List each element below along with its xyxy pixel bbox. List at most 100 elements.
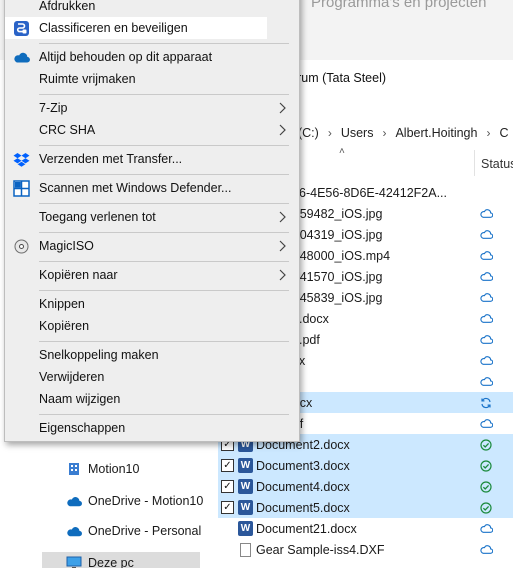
column-divider[interactable]: [474, 150, 475, 176]
menu-item-label: 7-Zip: [39, 101, 68, 115]
address-segment[interactable]: C: [499, 126, 508, 140]
menu-item-label: Afdrukken: [39, 0, 96, 13]
cloud-status-icon: [479, 543, 493, 556]
menu-item-classify[interactable]: Classificeren en beveiligen: [5, 17, 267, 39]
menu-item-copy[interactable]: Kopiëren: [5, 315, 299, 337]
navigation-pane: Motion10 OneDrive - Motion10 OneDrive - Pe…: [42, 440, 203, 568]
window-title: errum (Tata Steel): [286, 71, 387, 85]
menu-item-shortcut[interactable]: Snelkoppeling maken: [5, 344, 299, 366]
menu-item-label: Altijd behouden op dit apparaat: [39, 50, 213, 64]
chevron-right-icon: ›: [327, 126, 332, 140]
chevron-right-icon: [277, 267, 287, 283]
menu-separator: [39, 232, 289, 233]
cloud-status-icon: [479, 333, 493, 346]
nav-item[interactable]: OneDrive - Motion10: [42, 490, 203, 512]
menu-separator: [39, 43, 289, 44]
menu-item-7zip[interactable]: 7-Zip: [5, 97, 299, 119]
address-bar[interactable]: sk (C:) › Users › Albert.Hoitingh › C: [282, 120, 513, 146]
menu-separator: [39, 414, 289, 415]
file-name[interactable]: Document4.docx: [256, 480, 513, 494]
row-checkbox[interactable]: ✓: [221, 480, 234, 493]
monitor-icon: [66, 556, 82, 568]
menu-item-print[interactable]: Afdrukken: [5, 0, 299, 17]
menu-separator: [39, 261, 289, 262]
word-document-icon: W: [238, 521, 253, 536]
file-row[interactable]: ✓ W Document5.docx: [218, 497, 513, 518]
menu-item-rename[interactable]: Naam wijzigen: [5, 388, 299, 410]
menu-separator: [39, 145, 289, 146]
menu-item-label: Kopiëren naar: [39, 268, 118, 282]
menu-item-label: Kopiëren: [39, 319, 90, 333]
row-checkbox[interactable]: ✓: [221, 459, 234, 472]
file-name[interactable]: Document3.docx: [256, 459, 513, 473]
nav-item[interactable]: Deze pc: [42, 552, 200, 568]
screen: Programma's en projecten errum (Tata Ste…: [0, 0, 513, 568]
menu-item-label: Knippen: [39, 297, 85, 311]
cloud-status-icon: [479, 354, 493, 367]
menu-item-label: Classificeren en beveiligen: [39, 21, 188, 35]
menu-item-delete[interactable]: Verwijderen: [5, 366, 299, 388]
cloud-status-icon: [479, 270, 493, 283]
onedrive-icon: [66, 524, 82, 538]
nav-item-label: OneDrive - Personal: [88, 524, 202, 538]
chevron-right-icon: [277, 238, 287, 254]
chevron-right-icon: [277, 209, 287, 225]
nav-item-label: Deze pc: [88, 556, 134, 568]
file-row[interactable]: W Document21.docx: [218, 518, 513, 539]
menu-separator: [39, 290, 289, 291]
word-document-icon: W: [238, 479, 253, 494]
file-row[interactable]: ✓ W Document4.docx: [218, 476, 513, 497]
status-column-header[interactable]: Status: [481, 157, 513, 171]
menu-separator: [39, 94, 289, 95]
magiciso-icon: [13, 238, 30, 255]
programs-window-title: Programma's en projecten: [311, 0, 487, 11]
menu-item-label: Scannen met Windows Defender...: [39, 181, 232, 195]
synced-check-icon: [479, 459, 493, 472]
cloud-status-icon: [479, 249, 493, 262]
menu-item-crc[interactable]: CRC SHA: [5, 119, 299, 141]
menu-item-label: Verwijderen: [39, 370, 105, 384]
menu-item-free[interactable]: Ruimte vrijmaken: [5, 68, 299, 90]
sort-ascending-icon[interactable]: ˄: [339, 146, 345, 157]
synced-check-icon: [479, 501, 493, 514]
cloud-status-icon: [479, 291, 493, 304]
address-segment[interactable]: Users: [341, 126, 374, 140]
cloud-status-icon: [479, 312, 493, 325]
address-segment[interactable]: Albert.Hoitingh: [395, 126, 477, 140]
menu-item-label: MagicISO: [39, 239, 94, 253]
file-row[interactable]: Gear Sample-iss4.DXF: [218, 539, 513, 560]
chevron-right-icon: ›: [382, 126, 387, 140]
menu-separator: [39, 174, 289, 175]
word-document-icon: W: [238, 458, 253, 473]
building-icon: [66, 462, 82, 476]
menu-item-copyto[interactable]: Kopiëren naar: [5, 264, 299, 286]
file-name[interactable]: Gear Sample-iss4.DXF: [256, 543, 513, 557]
nav-item-label: Motion10: [88, 462, 140, 476]
file-icon: [240, 542, 251, 557]
file-name[interactable]: Document5.docx: [256, 501, 513, 515]
menu-separator: [39, 203, 289, 204]
cloud-status-icon: [479, 207, 493, 220]
cloud-status-icon: [479, 375, 493, 388]
menu-item-cut[interactable]: Knippen: [5, 293, 299, 315]
file-name[interactable]: Document21.docx: [256, 522, 513, 536]
syncing-icon: [479, 396, 493, 409]
nav-item[interactable]: OneDrive - Personal: [42, 520, 202, 542]
chevron-right-icon: ›: [486, 126, 491, 140]
synced-check-icon: [479, 480, 493, 493]
nav-item[interactable]: Motion10: [42, 458, 200, 480]
cloud-status-icon: [479, 228, 493, 241]
synced-check-icon: [479, 438, 493, 451]
menu-item-label: Naam wijzigen: [39, 392, 121, 406]
menu-item-defender[interactable]: Scannen met Windows Defender...: [5, 177, 299, 199]
row-checkbox[interactable]: ✓: [221, 501, 234, 514]
menu-item-keep[interactable]: Altijd behouden op dit apparaat: [5, 46, 299, 68]
menu-item-label: Eigenschappen: [39, 421, 126, 435]
cloud-status-icon: [479, 417, 493, 430]
file-row[interactable]: ✓ W Document3.docx: [218, 455, 513, 476]
menu-item-magiciso[interactable]: MagicISO: [5, 235, 299, 257]
menu-item-access[interactable]: Toegang verlenen tot: [5, 206, 299, 228]
menu-item-props[interactable]: Eigenschappen: [5, 417, 299, 439]
menu-item-transfer[interactable]: Verzenden met Transfer...: [5, 148, 299, 170]
onedrive-icon: [66, 494, 82, 508]
